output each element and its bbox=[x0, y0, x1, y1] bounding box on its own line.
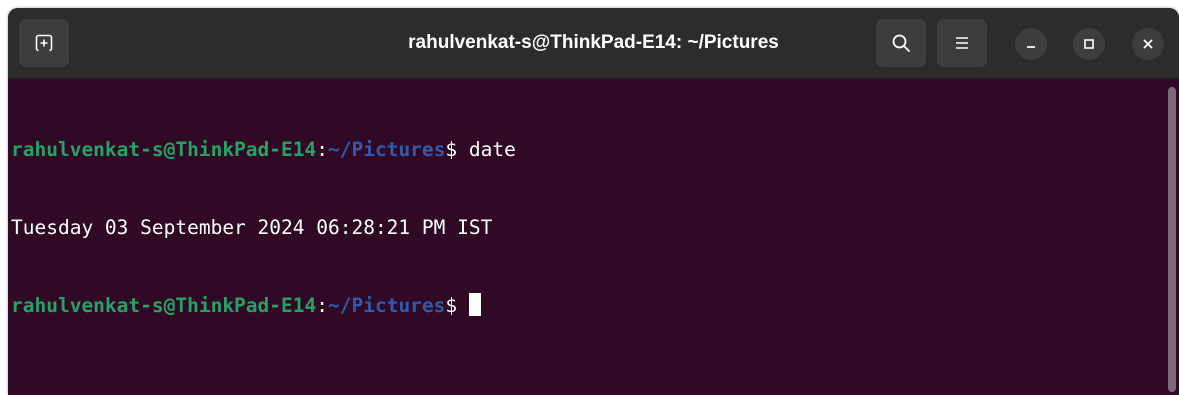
terminal-line-output: Tuesday 03 September 2024 06:28:21 PM IS… bbox=[11, 215, 1163, 241]
close-button[interactable] bbox=[1132, 28, 1164, 60]
minimize-icon bbox=[1027, 46, 1035, 48]
new-tab-button[interactable] bbox=[19, 19, 69, 67]
command-output: Tuesday 03 September 2024 06:28:21 PM IS… bbox=[11, 216, 493, 239]
window-title: rahulvenkat-s@ThinkPad-E14: ~/Pictures bbox=[408, 32, 779, 53]
prompt-user-host: rahulvenkat-s@ThinkPad-E14 bbox=[11, 294, 317, 317]
terminal-line-prompt: rahulvenkat-s@ThinkPad-E14:~/Pictures$ bbox=[11, 293, 1163, 319]
terminal-window: rahulvenkat-s@ThinkPad-E14: ~/Pictures r… bbox=[8, 8, 1179, 395]
maximize-icon bbox=[1084, 39, 1094, 49]
hamburger-menu-icon bbox=[956, 37, 968, 49]
text-cursor bbox=[468, 293, 481, 316]
maximize-button[interactable] bbox=[1073, 28, 1105, 60]
prompt-path: ~/Pictures bbox=[328, 294, 446, 317]
prompt-separator: : bbox=[316, 138, 328, 161]
command-text: date bbox=[468, 138, 516, 161]
new-tab-icon bbox=[35, 34, 53, 52]
close-icon bbox=[1143, 39, 1153, 49]
prompt-path: ~/Pictures bbox=[328, 138, 446, 161]
prompt-separator: : bbox=[316, 294, 328, 317]
search-icon bbox=[892, 34, 910, 52]
scrollbar[interactable] bbox=[1168, 87, 1176, 392]
terminal-line-prompt: rahulvenkat-s@ThinkPad-E14:~/Pictures$ d… bbox=[11, 137, 1163, 163]
prompt-user-host: rahulvenkat-s@ThinkPad-E14 bbox=[11, 138, 317, 161]
prompt-symbol: $ bbox=[445, 138, 469, 161]
prompt-symbol: $ bbox=[445, 294, 469, 317]
minimize-button[interactable] bbox=[1015, 28, 1047, 60]
search-button[interactable] bbox=[876, 19, 926, 67]
menu-button[interactable] bbox=[937, 19, 987, 67]
header-bar: rahulvenkat-s@ThinkPad-E14: ~/Pictures bbox=[8, 8, 1179, 79]
terminal-output-area[interactable]: rahulvenkat-s@ThinkPad-E14:~/Pictures$ d… bbox=[8, 79, 1163, 395]
